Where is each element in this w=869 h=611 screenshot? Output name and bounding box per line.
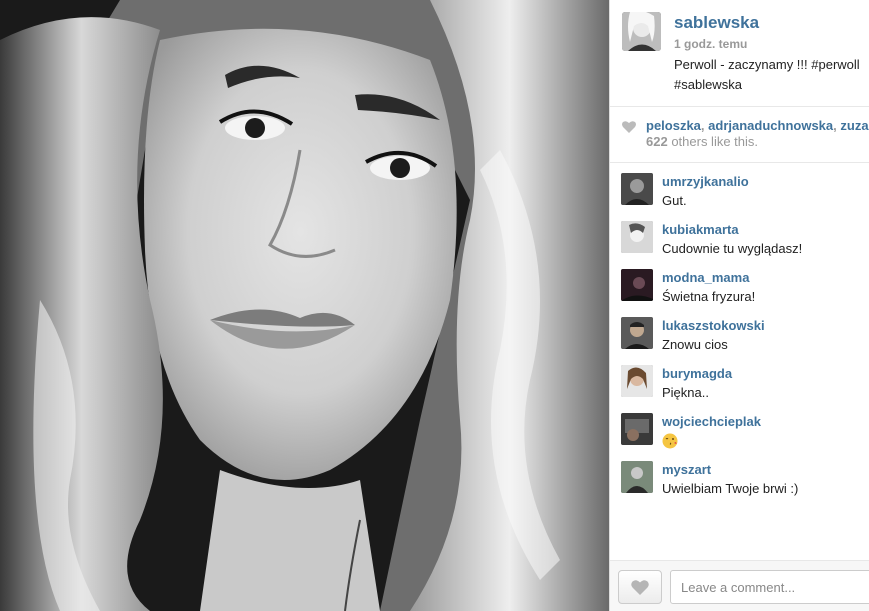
likes-count-suffix: others like this.: [667, 134, 759, 149]
comment-text: Piękna..: [662, 385, 709, 400]
likes-section: peloszka, adrjanaduchnowska, zuza 622 ot…: [610, 107, 869, 163]
commenter-avatar[interactable]: [621, 461, 653, 493]
post-caption: Perwoll - zaczynamy !!! #perwoll #sablew…: [674, 57, 860, 92]
comment-text: Znowu cios: [662, 337, 728, 352]
avatar-image: [621, 317, 653, 349]
like-button[interactable]: [618, 570, 662, 604]
avatar-image: [621, 413, 653, 445]
post-header: sablewska 1 godz. temu Perwoll - zaczyna…: [610, 0, 869, 107]
comment-text: Cudownie tu wyglądasz!: [662, 241, 803, 256]
portrait-image: [0, 0, 609, 611]
comments-list: umrzyjkanalio Gut. kubiakmarta Cudownie …: [610, 164, 869, 560]
likes-count-number: 622: [646, 134, 668, 149]
avatar-image: [621, 269, 653, 301]
post-photo[interactable]: [0, 0, 609, 611]
comment-text: Świetna fryzura!: [662, 289, 756, 304]
comment-username[interactable]: burymagda: [662, 366, 732, 381]
commenter-avatar[interactable]: [621, 413, 653, 445]
heart-icon: [622, 121, 636, 133]
avatar-image: [621, 221, 653, 253]
commenter-avatar[interactable]: [621, 317, 653, 349]
avatar-image: [621, 461, 653, 493]
author-username-link[interactable]: sablewska: [674, 13, 759, 33]
likers-list: peloszka, adrjanaduchnowska, zuza: [646, 118, 869, 133]
avatar-image: [622, 12, 661, 51]
likes-count[interactable]: 622 others like this.: [646, 134, 758, 149]
liker-link[interactable]: zuza: [840, 118, 868, 133]
comment-item: lukaszstokowski Znowu cios: [610, 308, 869, 356]
post-timestamp[interactable]: 1 godz. temu: [674, 37, 747, 51]
comment-username[interactable]: wojciechcieplak: [662, 414, 761, 429]
comment-item: wojciechcieplak: [610, 404, 869, 452]
comment-username[interactable]: lukaszstokowski: [662, 318, 765, 333]
comment-text: Gut.: [662, 193, 687, 208]
liker-link[interactable]: adrjanaduchnowska: [708, 118, 833, 133]
comment-item: modna_mama Świetna fryzura!: [610, 260, 869, 308]
commenter-avatar[interactable]: [621, 173, 653, 205]
liker-link[interactable]: peloszka: [646, 118, 701, 133]
comment-username[interactable]: modna_mama: [662, 270, 749, 285]
commenter-avatar[interactable]: [621, 365, 653, 397]
comment-username[interactable]: kubiakmarta: [662, 222, 739, 237]
comment-username[interactable]: umrzyjkanalio: [662, 174, 749, 189]
comment-item: kubiakmarta Cudownie tu wyglądasz!: [610, 212, 869, 260]
comment-text: [662, 433, 678, 449]
comment-item: myszart Uwielbiam Twoje brwi :): [610, 452, 869, 500]
avatar-image: [621, 173, 653, 205]
avatar-image: [621, 365, 653, 397]
comment-username[interactable]: myszart: [662, 462, 711, 477]
comment-item: umrzyjkanalio Gut.: [610, 164, 869, 212]
comment-item: burymagda Piękna..: [610, 356, 869, 404]
kissing-face-icon: [662, 433, 678, 449]
heart-icon: [631, 580, 649, 595]
comment-input[interactable]: [670, 570, 869, 604]
commenter-avatar[interactable]: [621, 221, 653, 253]
comment-text: Uwielbiam Twoje brwi :): [662, 481, 799, 496]
commenter-avatar[interactable]: [621, 269, 653, 301]
comment-footer: [610, 560, 869, 611]
author-avatar[interactable]: [622, 12, 661, 51]
post-side-panel: sablewska 1 godz. temu Perwoll - zaczyna…: [609, 0, 869, 611]
